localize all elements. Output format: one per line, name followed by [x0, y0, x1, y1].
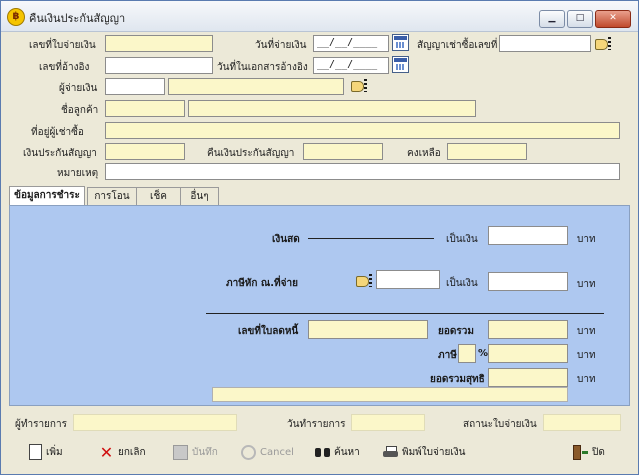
contract-no-label: สัญญาเช่าซื้อเลขที่: [417, 40, 498, 51]
cancel-button[interactable]: Cancel: [241, 441, 294, 465]
tab-payment-info[interactable]: ข้อมูลการชำระ: [9, 186, 85, 206]
section-divider: [206, 313, 604, 314]
note-field[interactable]: [105, 163, 620, 180]
vat-amount-field[interactable]: [488, 344, 568, 363]
cancel-button-label: Cancel: [260, 447, 294, 458]
customer-label: ชื่อลูกค้า: [61, 105, 99, 116]
print-receipt-button[interactable]: พิมพ์ใบจ่ายเงิน: [383, 441, 465, 465]
payment-panel: เงินสด เป็นเงิน บาท ภาษีหัก ณ.ที่จ่าย เป…: [9, 205, 630, 406]
printer-icon: [383, 446, 398, 458]
deposit-label: เงินประกันสัญญา: [23, 148, 97, 159]
add-button-label: เพิ่ม: [46, 447, 63, 458]
address-field[interactable]: [105, 122, 620, 139]
cancel-doc-button-label: ยกเลิก: [118, 447, 146, 458]
maximize-button[interactable]: □: [567, 10, 593, 28]
tab-transfer[interactable]: การโอน: [87, 187, 137, 205]
vat-label: ภาษี: [438, 350, 457, 361]
red-x-icon: ✕: [99, 442, 114, 462]
remain-label: คงเหลือ: [407, 148, 441, 159]
subtotal-label: ยอดรวม: [438, 326, 474, 337]
cancel-doc-button[interactable]: ✕ ยกเลิก: [99, 441, 146, 465]
cash-baht-label: บาท: [577, 234, 596, 245]
customer-name-field[interactable]: [188, 100, 476, 117]
receipt-no-field[interactable]: [105, 35, 213, 52]
receipt-no-label: เลขที่ใบจ่ายเงิน: [29, 40, 96, 51]
contract-no-field[interactable]: [499, 35, 591, 52]
ref-date-calendar-icon[interactable]: [392, 56, 409, 73]
close-button[interactable]: ปิด: [573, 441, 605, 465]
payer-label: ผู้จ่ายเงิน: [59, 83, 98, 94]
tab-cheque[interactable]: เช็ค: [136, 187, 181, 205]
net-baht-label: บาท: [577, 374, 596, 385]
vat-baht-label: บาท: [577, 350, 596, 361]
ref-date-label: วันที่ในเอกสารอ้างอิง: [217, 62, 308, 73]
print-button-label: พิมพ์ใบจ่ายเงิน: [402, 447, 466, 458]
tax-invoice-label: เลขที่ใบลดหนี้: [238, 326, 299, 337]
add-button[interactable]: เพิ่ม: [29, 441, 63, 465]
refund-label: คืนเงินประกันสัญญา: [207, 148, 295, 159]
cancel-circle-icon: [241, 444, 256, 460]
cash-amount-label: เป็นเงิน: [446, 234, 478, 245]
payer-name-field[interactable]: [168, 78, 344, 95]
subtotal-baht-label: บาท: [577, 326, 596, 337]
wht-amount-label: เป็นเงิน: [446, 278, 478, 289]
operator-field: [73, 414, 237, 431]
search-button-label: ค้นหา: [334, 447, 360, 458]
note-label: หมายเหตุ: [57, 168, 99, 179]
pay-date-field[interactable]: __/__/____: [313, 35, 389, 52]
pay-date-label: วันที่จ่ายเงิน: [255, 40, 307, 51]
refund-deposit-window: ฿ คืนเงินประกันสัญญา ▁ □ ✕ เลขที่ใบจ่ายเ…: [0, 0, 639, 475]
cash-label: เงินสด: [272, 234, 300, 245]
doc-status-label: สถานะใบจ่ายเงิน: [463, 419, 537, 430]
pay-date-calendar-icon[interactable]: [392, 34, 409, 51]
ref-no-field[interactable]: [105, 57, 213, 74]
wht-baht-label: บาท: [577, 279, 596, 290]
wht-rate-field[interactable]: [376, 270, 440, 289]
operator-label: ผู้ทำรายการ: [15, 419, 67, 430]
net-label: ยอดรวมสุทธิ: [430, 374, 485, 385]
vat-rate-field[interactable]: [458, 344, 476, 363]
payer-lookup-icon[interactable]: [351, 79, 369, 93]
save-disk-icon: [173, 444, 188, 460]
exit-door-icon: [573, 444, 588, 460]
net-amount-field[interactable]: [488, 368, 568, 387]
ref-date-field[interactable]: __/__/____: [313, 57, 389, 74]
close-window-button[interactable]: ✕: [595, 10, 631, 28]
address-label: ที่อยู่ผู้เช่าซื้อ: [31, 127, 84, 138]
remain-field[interactable]: [447, 143, 527, 160]
save-button[interactable]: บันทึก: [173, 441, 218, 465]
ref-no-label: เลขที่อ้างอิง: [39, 62, 90, 73]
save-button-label: บันทึก: [192, 447, 218, 458]
customer-code-field[interactable]: [105, 100, 185, 117]
payer-code-field[interactable]: [105, 78, 165, 95]
deposit-field[interactable]: [105, 143, 185, 160]
subtotal-field[interactable]: [488, 320, 568, 339]
close-button-label: ปิด: [592, 447, 605, 458]
window-title: คืนเงินประกันสัญญา: [29, 12, 126, 25]
txn-date-field: [351, 414, 425, 431]
new-document-icon: [29, 444, 42, 460]
tab-other[interactable]: อื่นๆ: [180, 187, 219, 205]
minimize-button[interactable]: ▁: [539, 10, 565, 28]
txn-date-label: วันทำรายการ: [287, 419, 346, 430]
binoculars-icon: [315, 447, 330, 458]
wht-lookup-icon[interactable]: [356, 274, 374, 288]
contract-lookup-icon[interactable]: [595, 37, 613, 51]
tax-invoice-field[interactable]: [308, 320, 428, 339]
search-button[interactable]: ค้นหา: [315, 441, 360, 465]
wht-label: ภาษีหัก ณ.ที่จ่าย: [226, 278, 298, 289]
title-bar: ฿ คืนเงินประกันสัญญา ▁ □ ✕: [1, 1, 638, 32]
wht-amount-field[interactable]: [488, 272, 568, 291]
amount-in-words-field[interactable]: [212, 387, 568, 402]
doc-status-field: [543, 414, 621, 431]
cash-line: [308, 238, 434, 239]
cash-amount-field[interactable]: [488, 226, 568, 245]
refund-field[interactable]: [303, 143, 383, 160]
baht-coin-icon: ฿: [7, 8, 25, 26]
percent-label: %: [478, 348, 489, 359]
